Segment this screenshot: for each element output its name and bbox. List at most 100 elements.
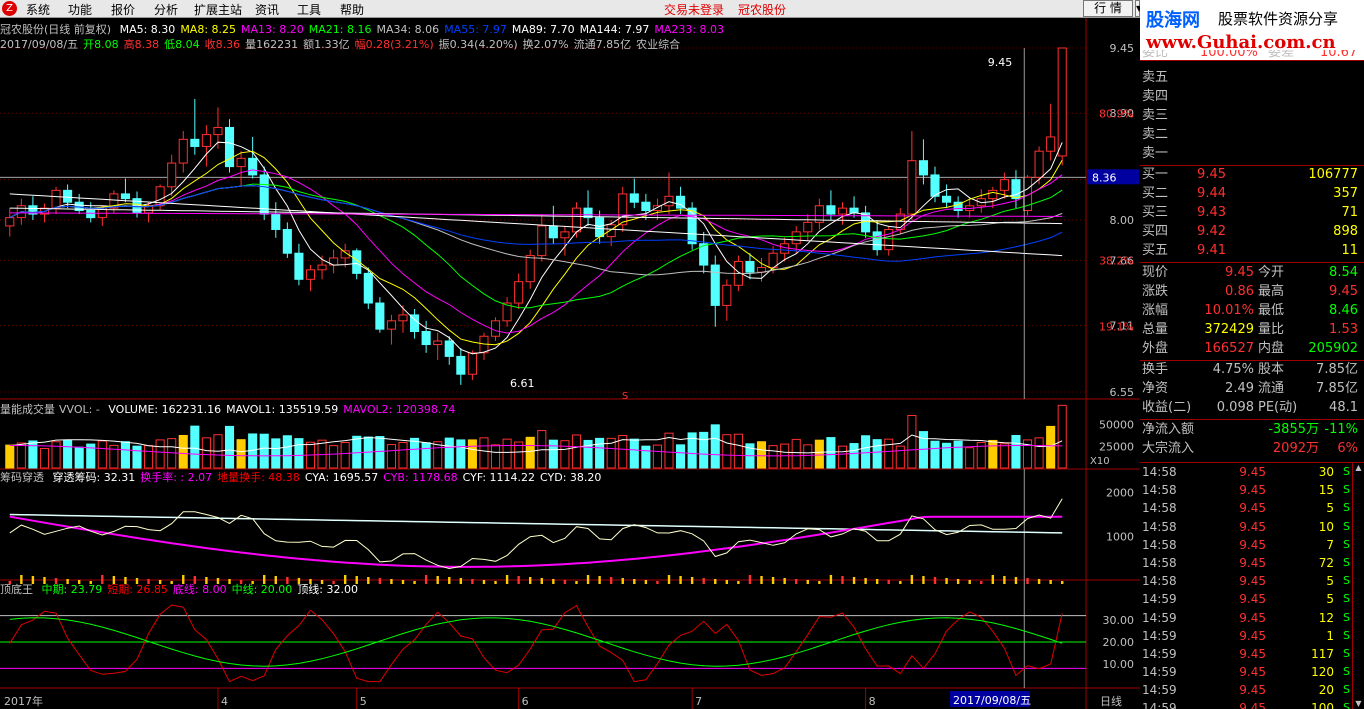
bid-label: 买五 bbox=[1142, 243, 1169, 258]
menu-tools[interactable]: 工具 bbox=[297, 1, 321, 18]
volume-bar bbox=[629, 438, 639, 469]
cursor-date-label: 2017/09/08/五 bbox=[953, 694, 1031, 707]
fundamental-value: 7.85亿 bbox=[1316, 362, 1358, 377]
chip-marker bbox=[690, 577, 694, 584]
candle-body bbox=[606, 224, 616, 238]
tick-scrollbar[interactable]: ▲ ▼ bbox=[1352, 463, 1364, 709]
scroll-down-icon[interactable]: ▼ bbox=[1353, 699, 1364, 709]
fundamental-label: PE(动) bbox=[1258, 400, 1298, 415]
chip-marker bbox=[494, 581, 497, 584]
price-chart[interactable]: 9.458.908.348.007.667.116.5580.9%61.8%38… bbox=[0, 18, 1140, 709]
volume-bar bbox=[271, 438, 281, 469]
volume-bar bbox=[201, 437, 211, 469]
bid-label: 买三 bbox=[1142, 205, 1169, 220]
chip-marker bbox=[413, 581, 416, 584]
info-close: 收8.36 bbox=[204, 38, 241, 51]
volume-bar bbox=[329, 445, 339, 469]
candle-body bbox=[467, 352, 477, 375]
candle-body bbox=[5, 217, 15, 227]
volume-bar bbox=[537, 430, 547, 469]
chip-marker bbox=[1014, 577, 1018, 584]
tick-time: 14:58 bbox=[1142, 574, 1177, 589]
tick-flag: S bbox=[1343, 610, 1350, 624]
trade-status[interactable]: 交易未登录 bbox=[664, 1, 724, 18]
candle-body bbox=[433, 340, 443, 346]
volume-bar bbox=[178, 435, 188, 469]
chip-marker bbox=[1037, 579, 1041, 584]
menu-system[interactable]: 系统 bbox=[26, 1, 50, 18]
ma-legend: 冠农股份(日线 前复权) MA5: 8.30 MA8: 8.25 MA13: 8.2… bbox=[0, 22, 729, 37]
info-sector: 农业综合 bbox=[636, 38, 681, 51]
volume-bar bbox=[444, 437, 454, 469]
tick-row: 14:58 9.45 15 S bbox=[1140, 481, 1364, 499]
chip-axis-label: 2000 bbox=[1106, 487, 1134, 500]
chip-marker bbox=[783, 578, 786, 584]
menu-quote[interactable]: 报价 bbox=[111, 1, 135, 18]
tick-flag: S bbox=[1343, 555, 1350, 569]
tick-flag: S bbox=[1343, 701, 1350, 709]
chip-marker bbox=[586, 575, 590, 584]
candle-body bbox=[1046, 136, 1056, 152]
tick-price: 9.45 bbox=[1239, 555, 1266, 570]
volume-bar bbox=[340, 442, 350, 469]
tick-volume: 12 bbox=[1318, 610, 1334, 625]
volume-bar bbox=[224, 425, 235, 469]
chip-marker bbox=[505, 575, 509, 584]
candle-body bbox=[456, 355, 466, 375]
tick-price: 9.45 bbox=[1239, 665, 1266, 680]
menu-extension[interactable]: 扩展主站 bbox=[194, 1, 242, 18]
volume-bar bbox=[861, 435, 871, 469]
volume-bar bbox=[28, 440, 38, 469]
volume-bar bbox=[768, 445, 778, 469]
chip-marker bbox=[910, 575, 914, 584]
chip-marker bbox=[609, 577, 613, 584]
volume-bar bbox=[791, 438, 801, 469]
stat-value: 166527 bbox=[1204, 341, 1254, 356]
volume-legend-item: VOLUME: 162231.16 bbox=[108, 403, 222, 416]
volume-bar bbox=[120, 441, 130, 469]
chip-marker bbox=[1049, 580, 1052, 584]
fundamental-value: 48.1 bbox=[1329, 400, 1358, 415]
menu-analysis[interactable]: 分析 bbox=[154, 1, 178, 18]
app-logo-icon[interactable]: Z bbox=[2, 1, 17, 16]
tick-price: 9.45 bbox=[1239, 465, 1266, 479]
menu-news[interactable]: 资讯 bbox=[255, 1, 279, 18]
menu-function[interactable]: 功能 bbox=[68, 1, 92, 18]
candle-body bbox=[190, 138, 200, 147]
candle-body bbox=[120, 193, 130, 200]
ask-row: 卖三 bbox=[1140, 107, 1364, 125]
candle-body bbox=[305, 269, 316, 280]
panel-divider bbox=[1140, 165, 1364, 166]
quote-button[interactable]: 行 情 bbox=[1083, 0, 1133, 17]
tick-list[interactable]: 14:58 9.45 30 S 14:58 9.45 15 S 14:58 9.45 5 S 14:58… bbox=[1140, 463, 1364, 709]
tick-price: 9.45 bbox=[1239, 519, 1266, 534]
volume-bar bbox=[571, 434, 582, 469]
tick-row: 14:59 9.45 117 S bbox=[1140, 645, 1364, 663]
tick-row: 14:58 9.45 30 S bbox=[1140, 463, 1364, 481]
ma-legend-item: MA8: 8.25 bbox=[180, 23, 237, 36]
flow-row: 净流入额 -3855万 -11% bbox=[1140, 421, 1364, 439]
volume-bar bbox=[907, 414, 917, 469]
tick-time: 14:59 bbox=[1142, 665, 1177, 680]
bid-row: 买四 9.42 898 bbox=[1140, 223, 1364, 241]
info-high: 高8.38 bbox=[123, 38, 160, 51]
volume-bar bbox=[722, 434, 732, 469]
tick-volume: 117 bbox=[1311, 646, 1334, 661]
volume-bar bbox=[1034, 437, 1044, 469]
flow-row: 大宗流入 2092万 6% bbox=[1140, 440, 1364, 458]
scroll-up-icon[interactable]: ▲ bbox=[1353, 463, 1364, 473]
volume-bar bbox=[953, 440, 963, 469]
chip-marker bbox=[922, 576, 925, 584]
volume-bar bbox=[826, 437, 836, 469]
stat-value: 372429 bbox=[1204, 322, 1254, 337]
menu-help[interactable]: 帮助 bbox=[340, 1, 364, 18]
tick-row: 14:59 9.45 12 S bbox=[1140, 609, 1364, 627]
stat-row: 现价 9.45 今开 8.54 bbox=[1140, 264, 1364, 282]
tick-volume: 5 bbox=[1326, 501, 1334, 516]
volume-bar bbox=[190, 425, 200, 469]
candle-body bbox=[236, 157, 246, 168]
chart-area[interactable]: 9.458.908.348.007.667.116.5580.9%61.8%38… bbox=[0, 18, 1140, 709]
bid-price: 9.43 bbox=[1197, 205, 1226, 220]
chip-marker bbox=[702, 578, 705, 584]
volume-bar bbox=[51, 441, 61, 469]
